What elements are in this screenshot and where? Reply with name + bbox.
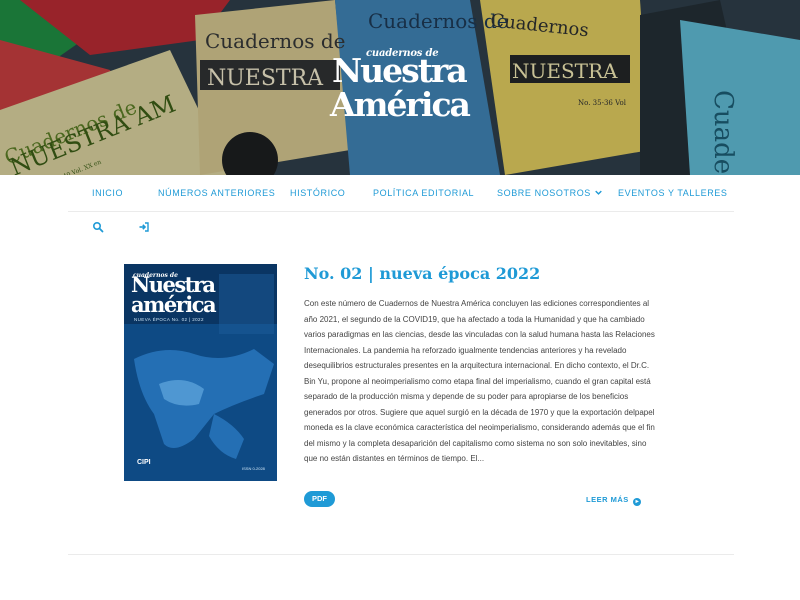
nav-historico[interactable]: HISTÓRICO [290, 188, 345, 198]
cover-title-line-2: américa [131, 292, 217, 317]
cover-subtitle: NUEVA ÉPOCA No. 02 | 2022 [134, 317, 204, 322]
search-icon[interactable] [92, 221, 104, 233]
logo-line-2: América [330, 85, 471, 124]
read-more-label: LEER MÁS [586, 495, 629, 504]
nav-divider [68, 211, 734, 212]
site-logo[interactable]: cuadernos de Nuestra América [330, 48, 472, 130]
article-excerpt: Con este número de Cuadernos de Nuestra … [304, 299, 655, 463]
nav-sobre-nosotros-label: SOBRE NOSOTROS [497, 188, 591, 198]
arrow-right-circle-icon: ▸ [633, 498, 642, 506]
cover-publisher-logo: CIPI [137, 459, 151, 466]
pdf-button[interactable]: PDF [304, 491, 335, 507]
nav-eventos-talleres[interactable]: EVENTOS Y TALLERES [618, 188, 728, 198]
article-title[interactable]: No. 02 | nueva época 2022 [304, 264, 540, 283]
cover-issn: ISSN 0-2028 [242, 466, 265, 471]
issue-cover-image[interactable]: cuadernos de Nuestra américa NUEVA ÉPOCA… [124, 264, 277, 481]
main-navigation: INICIO NÚMEROS ANTERIORES HISTÓRICO POLÍ… [0, 175, 800, 211]
chevron-down-icon [595, 190, 602, 195]
nav-inicio[interactable]: INICIO [92, 188, 123, 198]
logo-line-1: Nuestra [332, 51, 468, 90]
nav-sobre-nosotros[interactable]: SOBRE NOSOTROS [497, 188, 602, 198]
nav-politica-editorial[interactable]: POLÍTICA EDITORIAL [373, 188, 474, 198]
nav-numeros-anteriores[interactable]: NÚMEROS ANTERIORES [158, 188, 275, 198]
read-more-link[interactable]: LEER MÁS ▸ [586, 495, 642, 506]
sign-in-icon[interactable] [138, 221, 150, 233]
content-divider [68, 554, 734, 555]
hero-banner: Cuadernos de NUESTRA AM 39-40 Vol. XX en… [0, 0, 800, 175]
